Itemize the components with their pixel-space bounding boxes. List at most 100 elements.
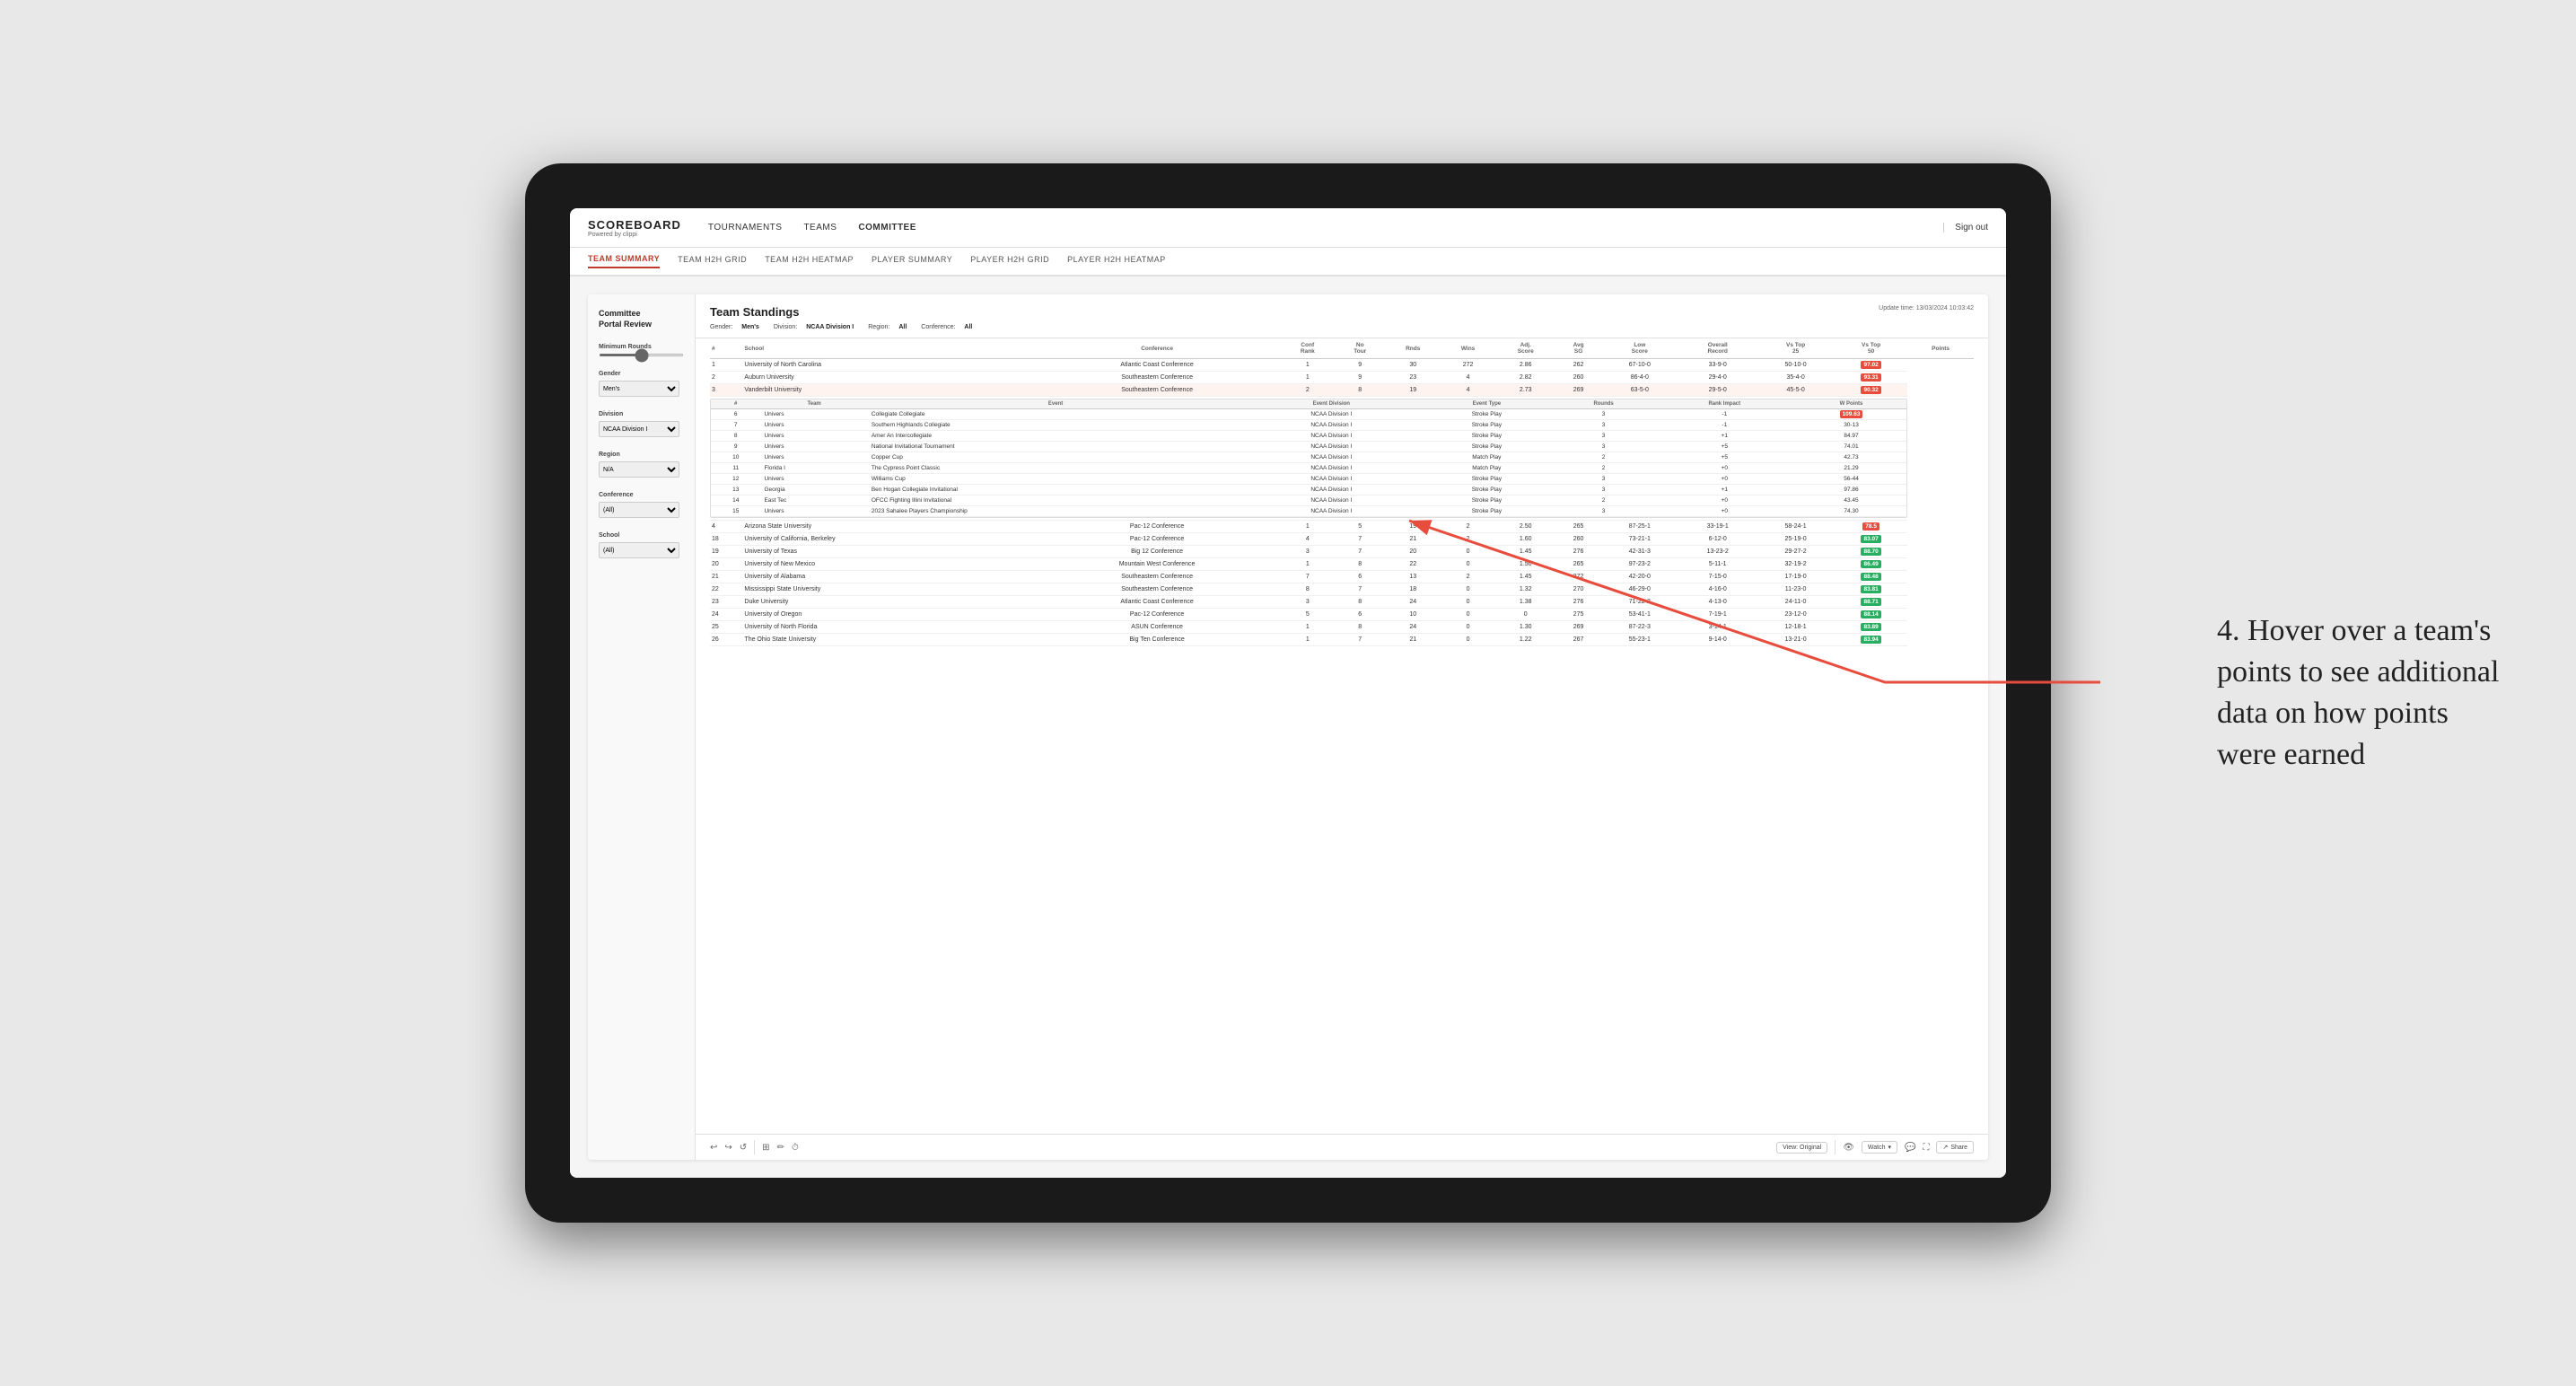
standings-title: Team Standings (710, 305, 972, 319)
table-row[interactable]: 26 The Ohio State University Big Ten Con… (710, 634, 1974, 646)
filter-gender: Gender Men's (599, 371, 684, 397)
dashboard-panel: Committee Portal Review Minimum Rounds G… (588, 294, 1988, 1160)
table-row[interactable]: 25 University of North Florida ASUN Conf… (710, 621, 1974, 634)
division-filter-display: Division: NCAA Division I (774, 324, 854, 330)
school-select[interactable]: (All) (599, 542, 679, 558)
points-badge[interactable]: 97.02 (1861, 361, 1880, 369)
right-content: Team Standings Gender: Men's Division: N… (696, 294, 1988, 1160)
col-avg-sg: AvgSG (1556, 338, 1601, 359)
col-rnds: Rnds (1385, 338, 1441, 359)
table-row[interactable]: 23 Duke University Atlantic Coast Confer… (710, 596, 1974, 609)
filter-division: Division NCAA Division I (599, 411, 684, 437)
points-badge[interactable]: 93.31 (1861, 373, 1880, 382)
expanded-table-row: 9 Univers National Invitational Tourname… (711, 442, 1906, 452)
points-badge[interactable]: 86.49 (1861, 560, 1880, 568)
table-row[interactable]: 22 Mississippi State University Southeas… (710, 583, 1974, 596)
points-badge[interactable]: 83.94 (1861, 636, 1880, 644)
subnav-team-summary[interactable]: TEAM SUMMARY (588, 254, 660, 268)
points-badge[interactable]: 83.81 (1861, 585, 1880, 593)
col-wins: Wins (1441, 338, 1495, 359)
points-badge[interactable]: 83.89 (1861, 623, 1880, 631)
table-row[interactable]: 3 Vanderbilt University Southeastern Con… (710, 384, 1974, 397)
filter-min-rounds: Minimum Rounds (599, 344, 684, 356)
points-badge[interactable]: 88.70 (1861, 548, 1880, 556)
expanded-table-row: 6 Univers Collegiate Collegiate NCAA Div… (711, 409, 1906, 420)
points-badge[interactable]: 78.5 (1862, 522, 1879, 531)
nav-teams[interactable]: TEAMS (803, 223, 837, 232)
col-school: School (742, 338, 1034, 359)
nav-tournaments[interactable]: TOURNAMENTS (708, 223, 783, 232)
table-area[interactable]: # School Conference ConfRank NoTour Rnds… (696, 338, 1988, 1134)
clock-button[interactable]: ⏱ (792, 1143, 799, 1153)
table-row[interactable]: 4 Arizona State University Pac-12 Confer… (710, 521, 1974, 533)
expanded-table-row: 10 Univers Copper Cup NCAA Division I Ma… (711, 452, 1906, 463)
points-badge[interactable]: 88.48 (1861, 573, 1880, 581)
expanded-table-row: 13 Georgia Ben Hogan Collegiate Invitati… (711, 485, 1906, 496)
top-nav: SCOREBOARD Powered by clippi TOURNAMENTS… (570, 208, 2006, 248)
region-select[interactable]: N/A (599, 461, 679, 478)
reset-button[interactable]: ↺ (740, 1143, 747, 1153)
annotation-container: 4. Hover over a team's points to see add… (2217, 610, 2504, 776)
draw-button[interactable]: ✏ (777, 1143, 784, 1153)
table-row[interactable]: 24 University of Oregon Pac-12 Conferenc… (710, 609, 1974, 621)
watch-label: Watch (1868, 1145, 1886, 1151)
points-badge[interactable]: 88.71 (1861, 598, 1880, 606)
expanded-table-row: 11 Florida I The Cypress Point Classic N… (711, 463, 1906, 474)
col-vs25: Vs Top25 (1757, 338, 1835, 359)
subnav-player-h2h-heatmap[interactable]: PLAYER H2H HEATMAP (1067, 255, 1166, 268)
expanded-table-row: 12 Univers Williams Cup NCAA Division I … (711, 474, 1906, 485)
filter-school-label: School (599, 532, 684, 539)
copy-button[interactable]: ⊞ (762, 1143, 769, 1153)
filter-conference: Conference (All) (599, 492, 684, 518)
col-conf-rank: ConfRank (1280, 338, 1335, 359)
min-rounds-slider[interactable] (599, 354, 684, 356)
subnav-player-summary[interactable]: PLAYER SUMMARY (872, 255, 952, 268)
sub-nav: TEAM SUMMARY TEAM H2H GRID TEAM H2H HEAT… (570, 248, 2006, 276)
table-row[interactable]: 1 University of North Carolina Atlantic … (710, 359, 1974, 372)
expanded-content: # Team Event Event Division Event Type R… (710, 399, 1907, 518)
col-adj-score: Adj.Score (1495, 338, 1556, 359)
expanded-table-row: 14 East Tec OFCC Fighting Illini Invitat… (711, 496, 1906, 506)
table-row[interactable]: 2 Auburn University Southeastern Confere… (710, 372, 1974, 384)
bottom-toolbar: ↩ ↪ ↺ ⊞ ✏ ⏱ View: Original 👁 (696, 1134, 1988, 1160)
points-badge[interactable]: 83.07 (1861, 535, 1880, 543)
nav-committee[interactable]: COMMITTEE (858, 223, 916, 232)
filter-region-label: Region (599, 452, 684, 458)
expanded-table-row: 8 Univers Amer An Intercollegiate NCAA D… (711, 431, 1906, 442)
share-button[interactable]: ↗ Share (1936, 1141, 1974, 1154)
filter-region: Region N/A (599, 452, 684, 478)
eye-icon: 👁 (1843, 1143, 1854, 1153)
left-sidebar: Committee Portal Review Minimum Rounds G… (588, 294, 696, 1160)
toolbar-separator (754, 1140, 755, 1154)
gender-select[interactable]: Men's (599, 381, 679, 397)
logo-text: SCOREBOARD (588, 218, 681, 232)
table-row[interactable]: 21 University of Alabama Southeastern Co… (710, 571, 1974, 583)
comment-icon[interactable]: 💬 (1905, 1143, 1915, 1153)
division-select[interactable]: NCAA Division I (599, 421, 679, 437)
table-row[interactable]: 20 University of New Mexico Mountain Wes… (710, 558, 1974, 571)
nav-links: TOURNAMENTS TEAMS COMMITTEE (708, 223, 1943, 232)
table-row[interactable]: 18 University of California, Berkeley Pa… (710, 533, 1974, 546)
subnav-team-h2h-grid[interactable]: TEAM H2H GRID (678, 255, 747, 268)
table-row[interactable]: 19 University of Texas Big 12 Conference… (710, 546, 1974, 558)
points-badge[interactable]: 90.32 (1861, 386, 1880, 394)
points-badge[interactable]: 88.14 (1861, 610, 1880, 618)
filter-school: School (All) (599, 532, 684, 558)
undo-button[interactable]: ↩ (710, 1143, 717, 1153)
view-original-label: View: Original (1783, 1145, 1821, 1151)
subnav-team-h2h-heatmap[interactable]: TEAM H2H HEATMAP (765, 255, 854, 268)
conference-select[interactable]: (All) (599, 502, 679, 518)
filter-conference-label: Conference (599, 492, 684, 498)
filter-gender-label: Gender (599, 371, 684, 377)
expanded-row: # Team Event Event Division Event Type R… (710, 397, 1974, 521)
subnav-player-h2h-grid[interactable]: PLAYER H2H GRID (970, 255, 1049, 268)
standings-table: # School Conference ConfRank NoTour Rnds… (710, 338, 1974, 646)
view-original-button[interactable]: View: Original (1776, 1142, 1827, 1154)
region-filter-display: Region: All (868, 324, 907, 330)
col-points: Points (1907, 338, 1974, 359)
sign-out-button[interactable]: Sign out (1943, 223, 1988, 232)
redo-button[interactable]: ↪ (724, 1143, 732, 1153)
watch-button[interactable]: Watch ▾ (1862, 1141, 1897, 1154)
expand-icon[interactable]: ⛶ (1923, 1143, 1929, 1153)
expanded-table: # Team Event Event Division Event Type R… (711, 399, 1906, 517)
